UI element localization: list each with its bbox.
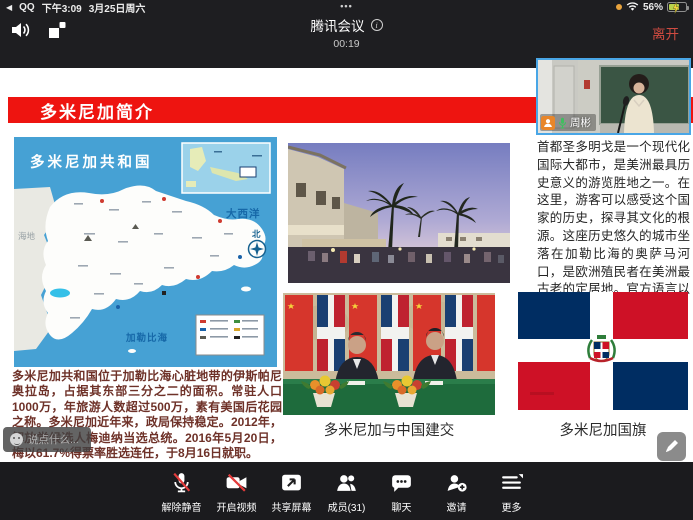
status-date: 3月25日周六	[89, 0, 146, 15]
participant-label: 周彬	[540, 114, 596, 131]
meeting-app-title: 腾讯会议	[311, 15, 365, 35]
back-triangle-icon: ◀	[6, 3, 12, 12]
camera-off-icon	[224, 470, 249, 495]
toolbar-label: 更多	[502, 499, 522, 514]
dominican-republic-map: 多米尼加共和国 大西洋 加勒比海 海地 北	[14, 137, 277, 367]
map-compass-label: 北	[252, 229, 261, 239]
toolbar-label: 邀请	[447, 499, 467, 514]
china-dr-signing-photo	[283, 293, 495, 415]
right-capital-paragraph: 首都圣多明戈是一个现代化国际大都市，是美洲最具历史意义的游览胜地之一。在这里，游…	[537, 139, 690, 317]
start-video-button[interactable]: 开启视频	[209, 470, 264, 514]
toolbar-label: 成员(31)	[328, 499, 366, 514]
wifi-icon	[626, 2, 639, 12]
status-time: 下午3:09	[42, 0, 82, 15]
members-button[interactable]: 成员(31)	[319, 470, 374, 514]
toolbar-label: 解除静音	[162, 499, 202, 514]
meeting-timer: 00:19	[311, 38, 383, 50]
chat-quick-input[interactable]: 说点什么...	[3, 427, 91, 452]
map-ocean-label: 大西洋	[226, 207, 261, 220]
chat-button[interactable]: 聊天	[374, 470, 429, 514]
member-role-icon	[541, 116, 555, 130]
switch-layout-button[interactable]	[46, 19, 68, 41]
toolbar-label: 开启视频	[217, 499, 257, 514]
map-inset	[182, 143, 270, 193]
muted-mic-icon	[169, 470, 194, 495]
more-button[interactable]: 更多	[484, 470, 539, 514]
participant-video-thumbnail[interactable]: 周彬	[536, 58, 691, 135]
more-icon	[499, 470, 524, 495]
invite-button[interactable]: 邀请	[429, 470, 484, 514]
annotation-button[interactable]	[657, 432, 686, 461]
status-more-dots: •••	[340, 1, 352, 11]
info-icon[interactable]: i	[371, 19, 383, 31]
layout-icon	[47, 20, 67, 40]
members-icon	[334, 470, 359, 495]
unmute-button[interactable]: 解除静音	[154, 470, 209, 514]
share-screen-icon	[279, 470, 304, 495]
mic-on-icon	[558, 117, 567, 129]
share-screen-button[interactable]: 共享屏幕	[264, 470, 319, 514]
dominican-flag-image	[518, 292, 688, 410]
speaker-icon	[10, 20, 32, 40]
battery-icon	[667, 2, 687, 12]
battery-percent: 56%	[643, 2, 663, 13]
leave-meeting-button[interactable]: 离开	[652, 23, 679, 43]
map-sea-label: 加勒比海	[125, 332, 168, 344]
compass-rose-icon	[249, 241, 266, 258]
back-to-app-link[interactable]: QQ	[19, 2, 35, 13]
tencent-meeting-screen: ◀ QQ 下午3:09 3月25日周六 ••• 56%	[0, 0, 693, 520]
status-bar: ◀ QQ 下午3:09 3月25日周六 ••• 56%	[0, 0, 693, 14]
speaker-button[interactable]	[10, 19, 32, 41]
photo-caption: 多米尼加与中国建交	[283, 419, 495, 440]
chat-placeholder: 说点什么...	[28, 432, 79, 447]
pen-icon	[663, 438, 680, 455]
participant-name: 周彬	[570, 115, 591, 130]
santo-domingo-plaza-photo	[288, 143, 510, 283]
meeting-toolbar: 解除静音 开启视频 共享屏幕 成员(31)	[0, 462, 693, 520]
chat-icon	[389, 470, 414, 495]
meeting-title-block[interactable]: 腾讯会议 i 00:19	[311, 15, 383, 50]
map-legend	[196, 315, 264, 355]
toolbar-label: 共享屏幕	[272, 499, 312, 514]
invite-icon	[444, 470, 469, 495]
map-neighbor-label: 海地	[18, 231, 36, 241]
emoji-icon	[10, 433, 23, 446]
toolbar-label: 聊天	[392, 499, 412, 514]
mic-in-use-dot	[616, 4, 622, 10]
map-title: 多米尼加共和国	[30, 153, 153, 171]
